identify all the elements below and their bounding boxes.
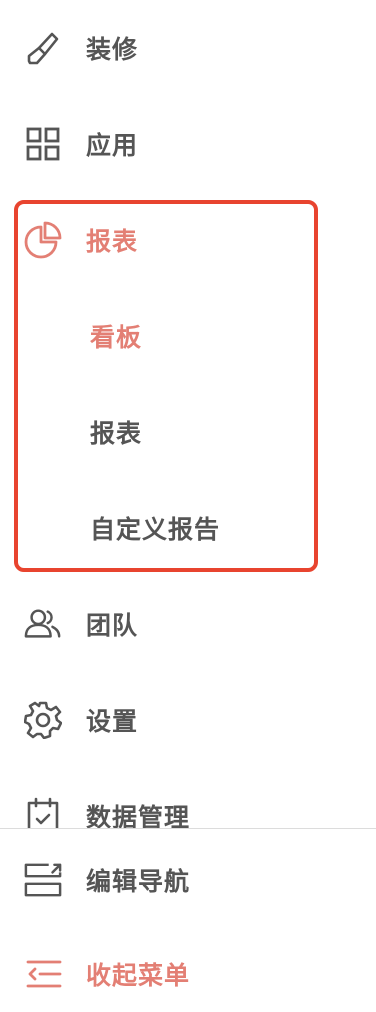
menu-item-label: 团队 (86, 611, 139, 640)
edit-nav-icon (24, 861, 62, 899)
submenu-item-custom-report[interactable]: 自定义报告 (0, 500, 376, 556)
menu-item-settings[interactable]: 设置 (0, 690, 376, 750)
submenu-item-dashboard[interactable]: 看板 (0, 308, 376, 364)
menu-item-label: 设置 (86, 707, 139, 736)
pie-chart-icon (24, 221, 62, 259)
menu-item-label: 报表 (86, 227, 139, 256)
gear-icon (24, 701, 62, 739)
menu-item-decoration[interactable]: 装修 (0, 18, 376, 78)
team-icon (24, 605, 62, 643)
menu-item-apps[interactable]: 应用 (0, 114, 376, 174)
brush-icon (24, 29, 62, 67)
menu-item-label: 应用 (86, 131, 139, 160)
divider (0, 828, 376, 829)
edit-nav-label: 编辑导航 (86, 867, 191, 896)
collapse-menu-icon (24, 955, 62, 993)
menu-item-reports[interactable]: 报表 (0, 210, 376, 270)
collapse-menu-label: 收起菜单 (86, 961, 191, 990)
submenu-item-label: 报表 (90, 419, 143, 448)
menu-item-team[interactable]: 团队 (0, 594, 376, 654)
collapse-menu-button[interactable]: 收起菜单 (0, 944, 376, 1004)
grid-icon (24, 125, 62, 163)
submenu-item-reports[interactable]: 报表 (0, 404, 376, 460)
menu-item-label: 装修 (86, 35, 139, 64)
submenu-item-label: 自定义报告 (90, 515, 221, 544)
submenu-item-label: 看板 (90, 323, 143, 352)
edit-navigation-button[interactable]: 编辑导航 (0, 850, 376, 910)
